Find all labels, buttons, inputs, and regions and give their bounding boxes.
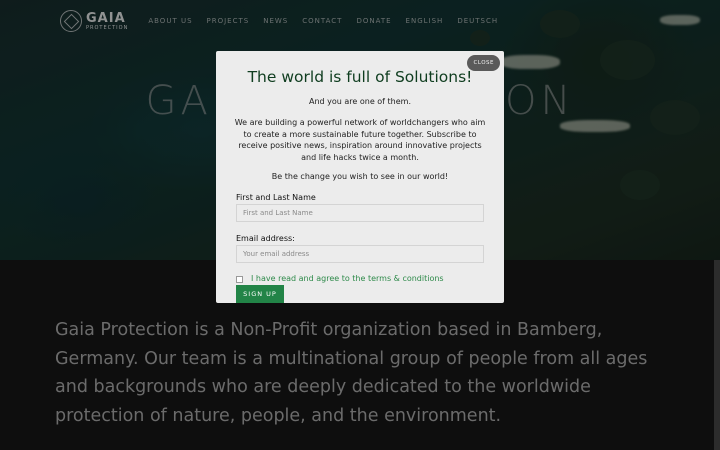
page: GAIA PROTECTION GAIA PROTECTION ABOUT US… xyxy=(0,0,720,450)
terms-label[interactable]: I have read and agree to the terms & con… xyxy=(251,274,444,283)
name-label: First and Last Name xyxy=(236,193,316,202)
modal-call-to-action: Be the change you wish to see in our wor… xyxy=(271,172,449,181)
modal-subtitle: And you are one of them. xyxy=(308,97,412,106)
modal-title: The world is full of Solutions! xyxy=(247,68,473,86)
email-label: Email address: xyxy=(236,234,295,243)
terms-checkbox[interactable] xyxy=(236,276,243,283)
scrollbar[interactable] xyxy=(714,260,720,450)
modal-body: We are building a powerful network of wo… xyxy=(234,118,486,162)
signup-button[interactable]: SIGN UP xyxy=(236,285,284,303)
email-field[interactable] xyxy=(236,245,484,263)
name-field[interactable] xyxy=(236,204,484,222)
newsletter-modal: CLOSE The world is full of Solutions! An… xyxy=(216,51,504,303)
